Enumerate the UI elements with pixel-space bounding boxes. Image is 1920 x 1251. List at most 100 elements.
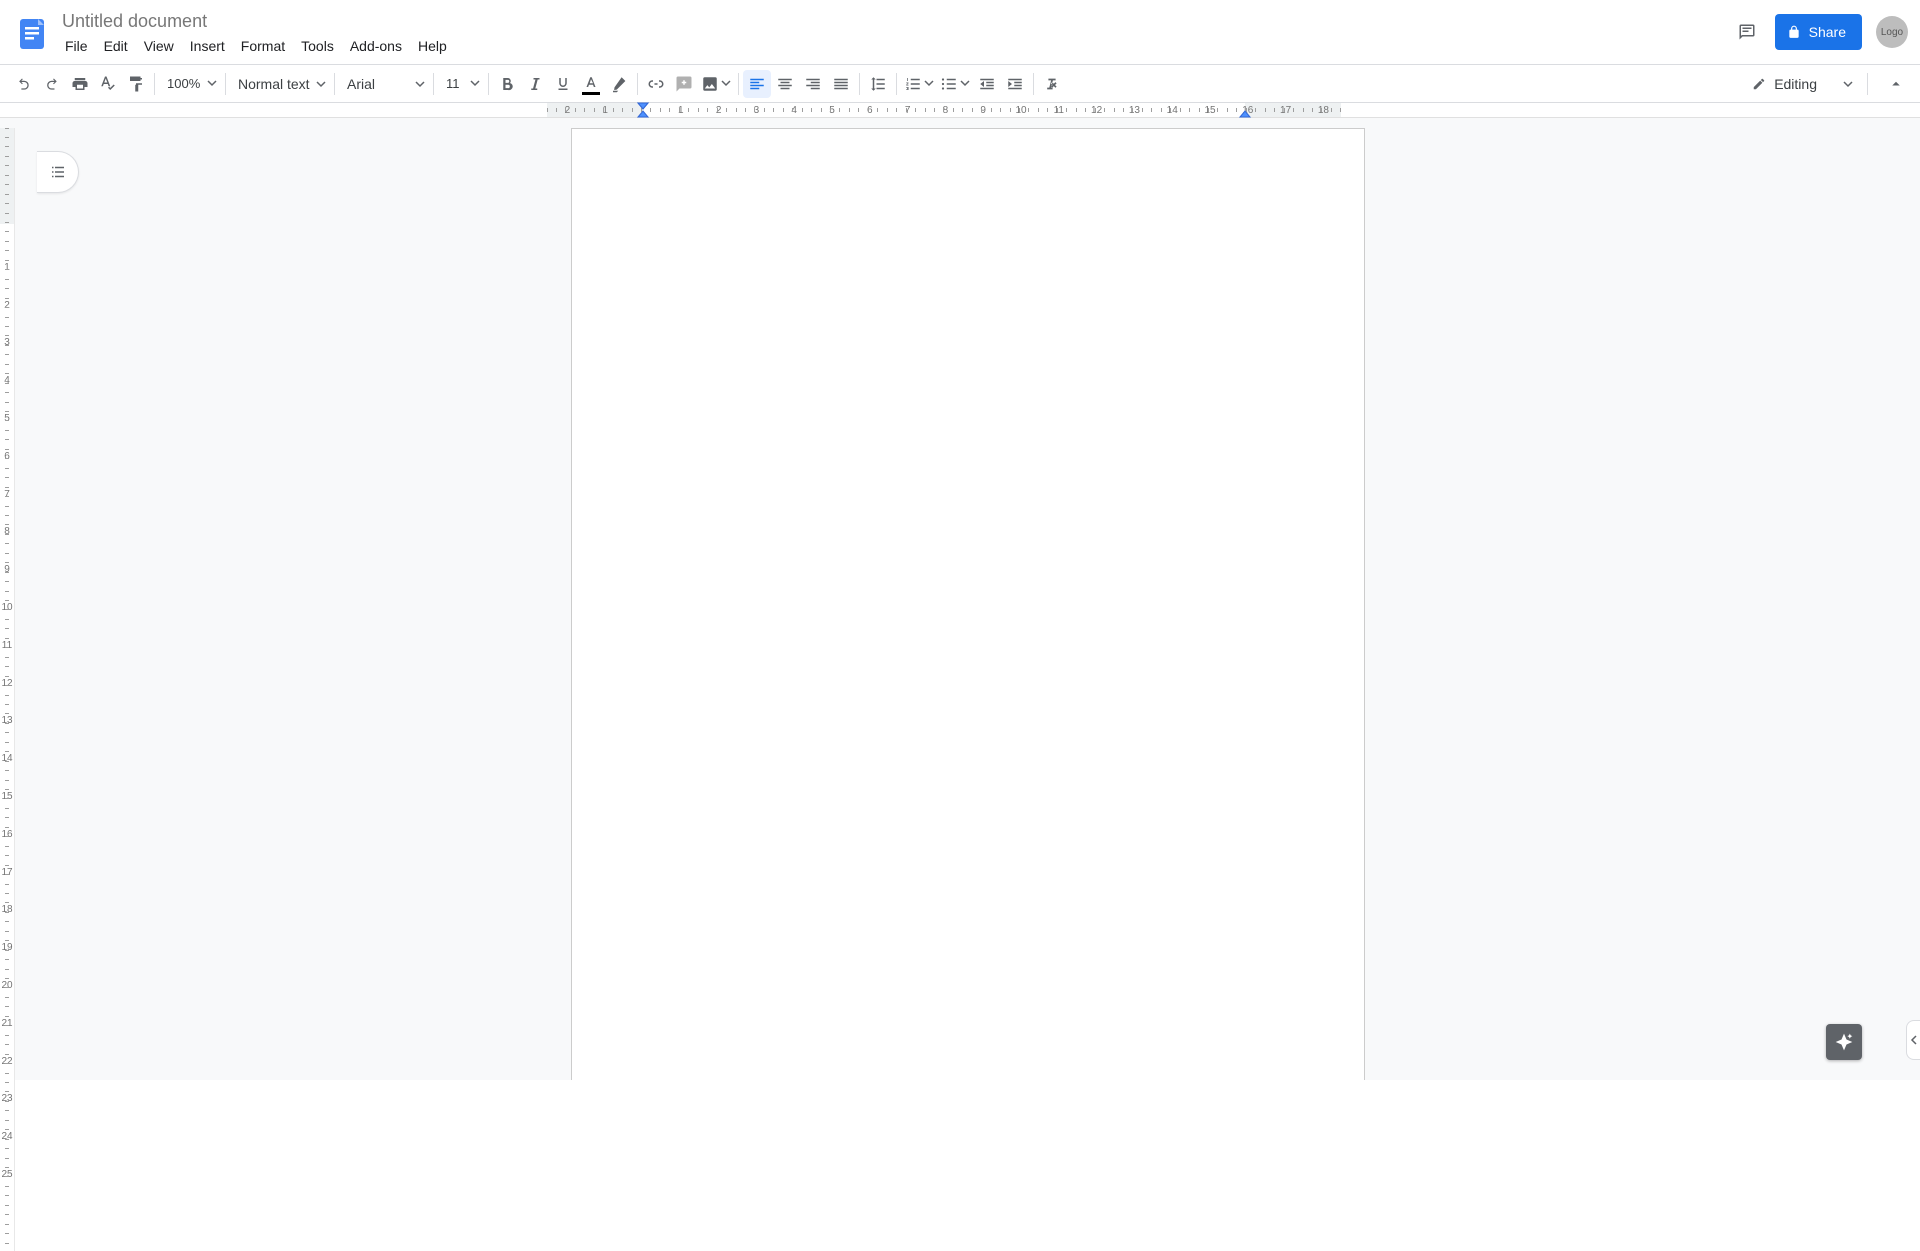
right-indent-marker[interactable] bbox=[1239, 110, 1251, 118]
toolbar-separator bbox=[896, 73, 897, 95]
share-button[interactable]: Share bbox=[1775, 14, 1862, 50]
paragraph-style-value: Normal text bbox=[238, 76, 310, 92]
clear-formatting-button[interactable] bbox=[1038, 70, 1066, 98]
pencil-icon bbox=[1752, 77, 1766, 91]
undo-button[interactable] bbox=[10, 70, 38, 98]
editing-mode-value: Editing bbox=[1774, 76, 1817, 92]
align-right-icon bbox=[804, 75, 822, 93]
align-center-icon bbox=[776, 75, 794, 93]
menu-help[interactable]: Help bbox=[411, 34, 454, 58]
titlebar-right: Share Logo bbox=[1733, 8, 1908, 50]
chevron-down-icon bbox=[415, 76, 425, 92]
menu-addons[interactable]: Add-ons bbox=[343, 34, 409, 58]
spellcheck-icon bbox=[99, 75, 117, 93]
zoom-select[interactable]: 100% bbox=[159, 70, 221, 98]
chevron-up-icon bbox=[1887, 75, 1905, 93]
line-spacing-icon bbox=[869, 75, 887, 93]
chevron-left-icon bbox=[1909, 1035, 1919, 1045]
docs-app-icon[interactable] bbox=[12, 8, 52, 60]
menu-bar: File Edit View Insert Format Tools Add-o… bbox=[56, 34, 454, 58]
toolbar-separator bbox=[433, 73, 434, 95]
chevron-down-icon bbox=[924, 75, 934, 93]
text-color-icon bbox=[582, 75, 600, 93]
font-size-value: 11 bbox=[446, 76, 460, 91]
chevron-down-icon bbox=[1843, 76, 1853, 92]
left-indent-marker[interactable] bbox=[637, 110, 649, 118]
share-button-label: Share bbox=[1809, 24, 1846, 40]
font-size-select[interactable]: 11 bbox=[438, 70, 484, 98]
highlighter-icon bbox=[610, 75, 628, 93]
clear-formatting-icon bbox=[1043, 75, 1061, 93]
toolbar-separator bbox=[1867, 73, 1868, 95]
toolbar-separator bbox=[738, 73, 739, 95]
numbered-list-icon bbox=[904, 75, 922, 93]
font-family-value: Arial bbox=[347, 76, 375, 92]
decrease-indent-button[interactable] bbox=[973, 70, 1001, 98]
menu-file[interactable]: File bbox=[58, 34, 95, 58]
document-canvas[interactable] bbox=[15, 118, 1920, 1080]
add-comment-button[interactable] bbox=[670, 70, 698, 98]
chevron-down-icon bbox=[470, 76, 480, 91]
align-center-button[interactable] bbox=[771, 70, 799, 98]
undo-icon bbox=[15, 75, 33, 93]
toolbar-separator bbox=[859, 73, 860, 95]
highlight-color-button[interactable] bbox=[605, 70, 633, 98]
account-avatar[interactable]: Logo bbox=[1876, 16, 1908, 48]
paragraph-style-select[interactable]: Normal text bbox=[230, 70, 330, 98]
menu-insert[interactable]: Insert bbox=[183, 34, 232, 58]
document-page[interactable] bbox=[571, 128, 1365, 1080]
editing-mode-select[interactable]: Editing bbox=[1742, 70, 1859, 98]
chevron-down-icon bbox=[721, 75, 731, 93]
hide-menus-button[interactable] bbox=[1882, 70, 1910, 98]
vertical-ruler[interactable]: 1234567891011121314151617181920212223242… bbox=[0, 118, 15, 1080]
explore-button[interactable] bbox=[1826, 1024, 1862, 1060]
redo-button[interactable] bbox=[38, 70, 66, 98]
explore-icon bbox=[1834, 1032, 1854, 1052]
text-color-button[interactable] bbox=[577, 70, 605, 98]
open-comment-history-button[interactable] bbox=[1733, 18, 1761, 46]
insert-image-button[interactable] bbox=[698, 70, 734, 98]
paint-format-button[interactable] bbox=[122, 70, 150, 98]
underline-icon bbox=[554, 75, 572, 93]
comment-icon bbox=[1738, 23, 1756, 41]
image-icon bbox=[701, 75, 719, 93]
toolbar-separator bbox=[488, 73, 489, 95]
insert-link-button[interactable] bbox=[642, 70, 670, 98]
show-side-panel-button[interactable] bbox=[1906, 1020, 1920, 1060]
italic-button[interactable] bbox=[521, 70, 549, 98]
align-justify-button[interactable] bbox=[827, 70, 855, 98]
titlebar: Untitled document File Edit View Insert … bbox=[0, 0, 1920, 64]
toolbar: 100% Normal text Arial 11 bbox=[0, 64, 1920, 103]
outline-icon bbox=[49, 163, 67, 181]
align-right-button[interactable] bbox=[799, 70, 827, 98]
link-icon bbox=[647, 75, 665, 93]
font-family-select[interactable]: Arial bbox=[339, 70, 429, 98]
add-comment-icon bbox=[675, 75, 693, 93]
first-line-indent-marker[interactable] bbox=[637, 102, 649, 110]
spellcheck-button[interactable] bbox=[94, 70, 122, 98]
toolbar-separator bbox=[154, 73, 155, 95]
numbered-list-button[interactable] bbox=[901, 70, 937, 98]
menu-view[interactable]: View bbox=[137, 34, 181, 58]
italic-icon bbox=[526, 75, 544, 93]
bold-button[interactable] bbox=[493, 70, 521, 98]
menu-edit[interactable]: Edit bbox=[97, 34, 135, 58]
menu-tools[interactable]: Tools bbox=[294, 34, 341, 58]
align-left-button[interactable] bbox=[743, 70, 771, 98]
menu-format[interactable]: Format bbox=[234, 34, 292, 58]
increase-indent-button[interactable] bbox=[1001, 70, 1029, 98]
text-color-swatch bbox=[582, 92, 600, 95]
align-left-icon bbox=[748, 75, 766, 93]
horizontal-ruler[interactable]: 21123456789101112131415161718 bbox=[0, 103, 1920, 118]
print-icon bbox=[71, 75, 89, 93]
title-area: Untitled document File Edit View Insert … bbox=[56, 8, 454, 58]
underline-button[interactable] bbox=[549, 70, 577, 98]
chevron-down-icon bbox=[316, 76, 326, 92]
zoom-value: 100% bbox=[167, 76, 200, 91]
bulleted-list-button[interactable] bbox=[937, 70, 973, 98]
workspace: 1234567891011121314151617181920212223242… bbox=[0, 118, 1920, 1080]
show-outline-button[interactable] bbox=[37, 151, 79, 193]
print-button[interactable] bbox=[66, 70, 94, 98]
line-spacing-button[interactable] bbox=[864, 70, 892, 98]
document-title-input[interactable]: Untitled document bbox=[56, 8, 454, 34]
